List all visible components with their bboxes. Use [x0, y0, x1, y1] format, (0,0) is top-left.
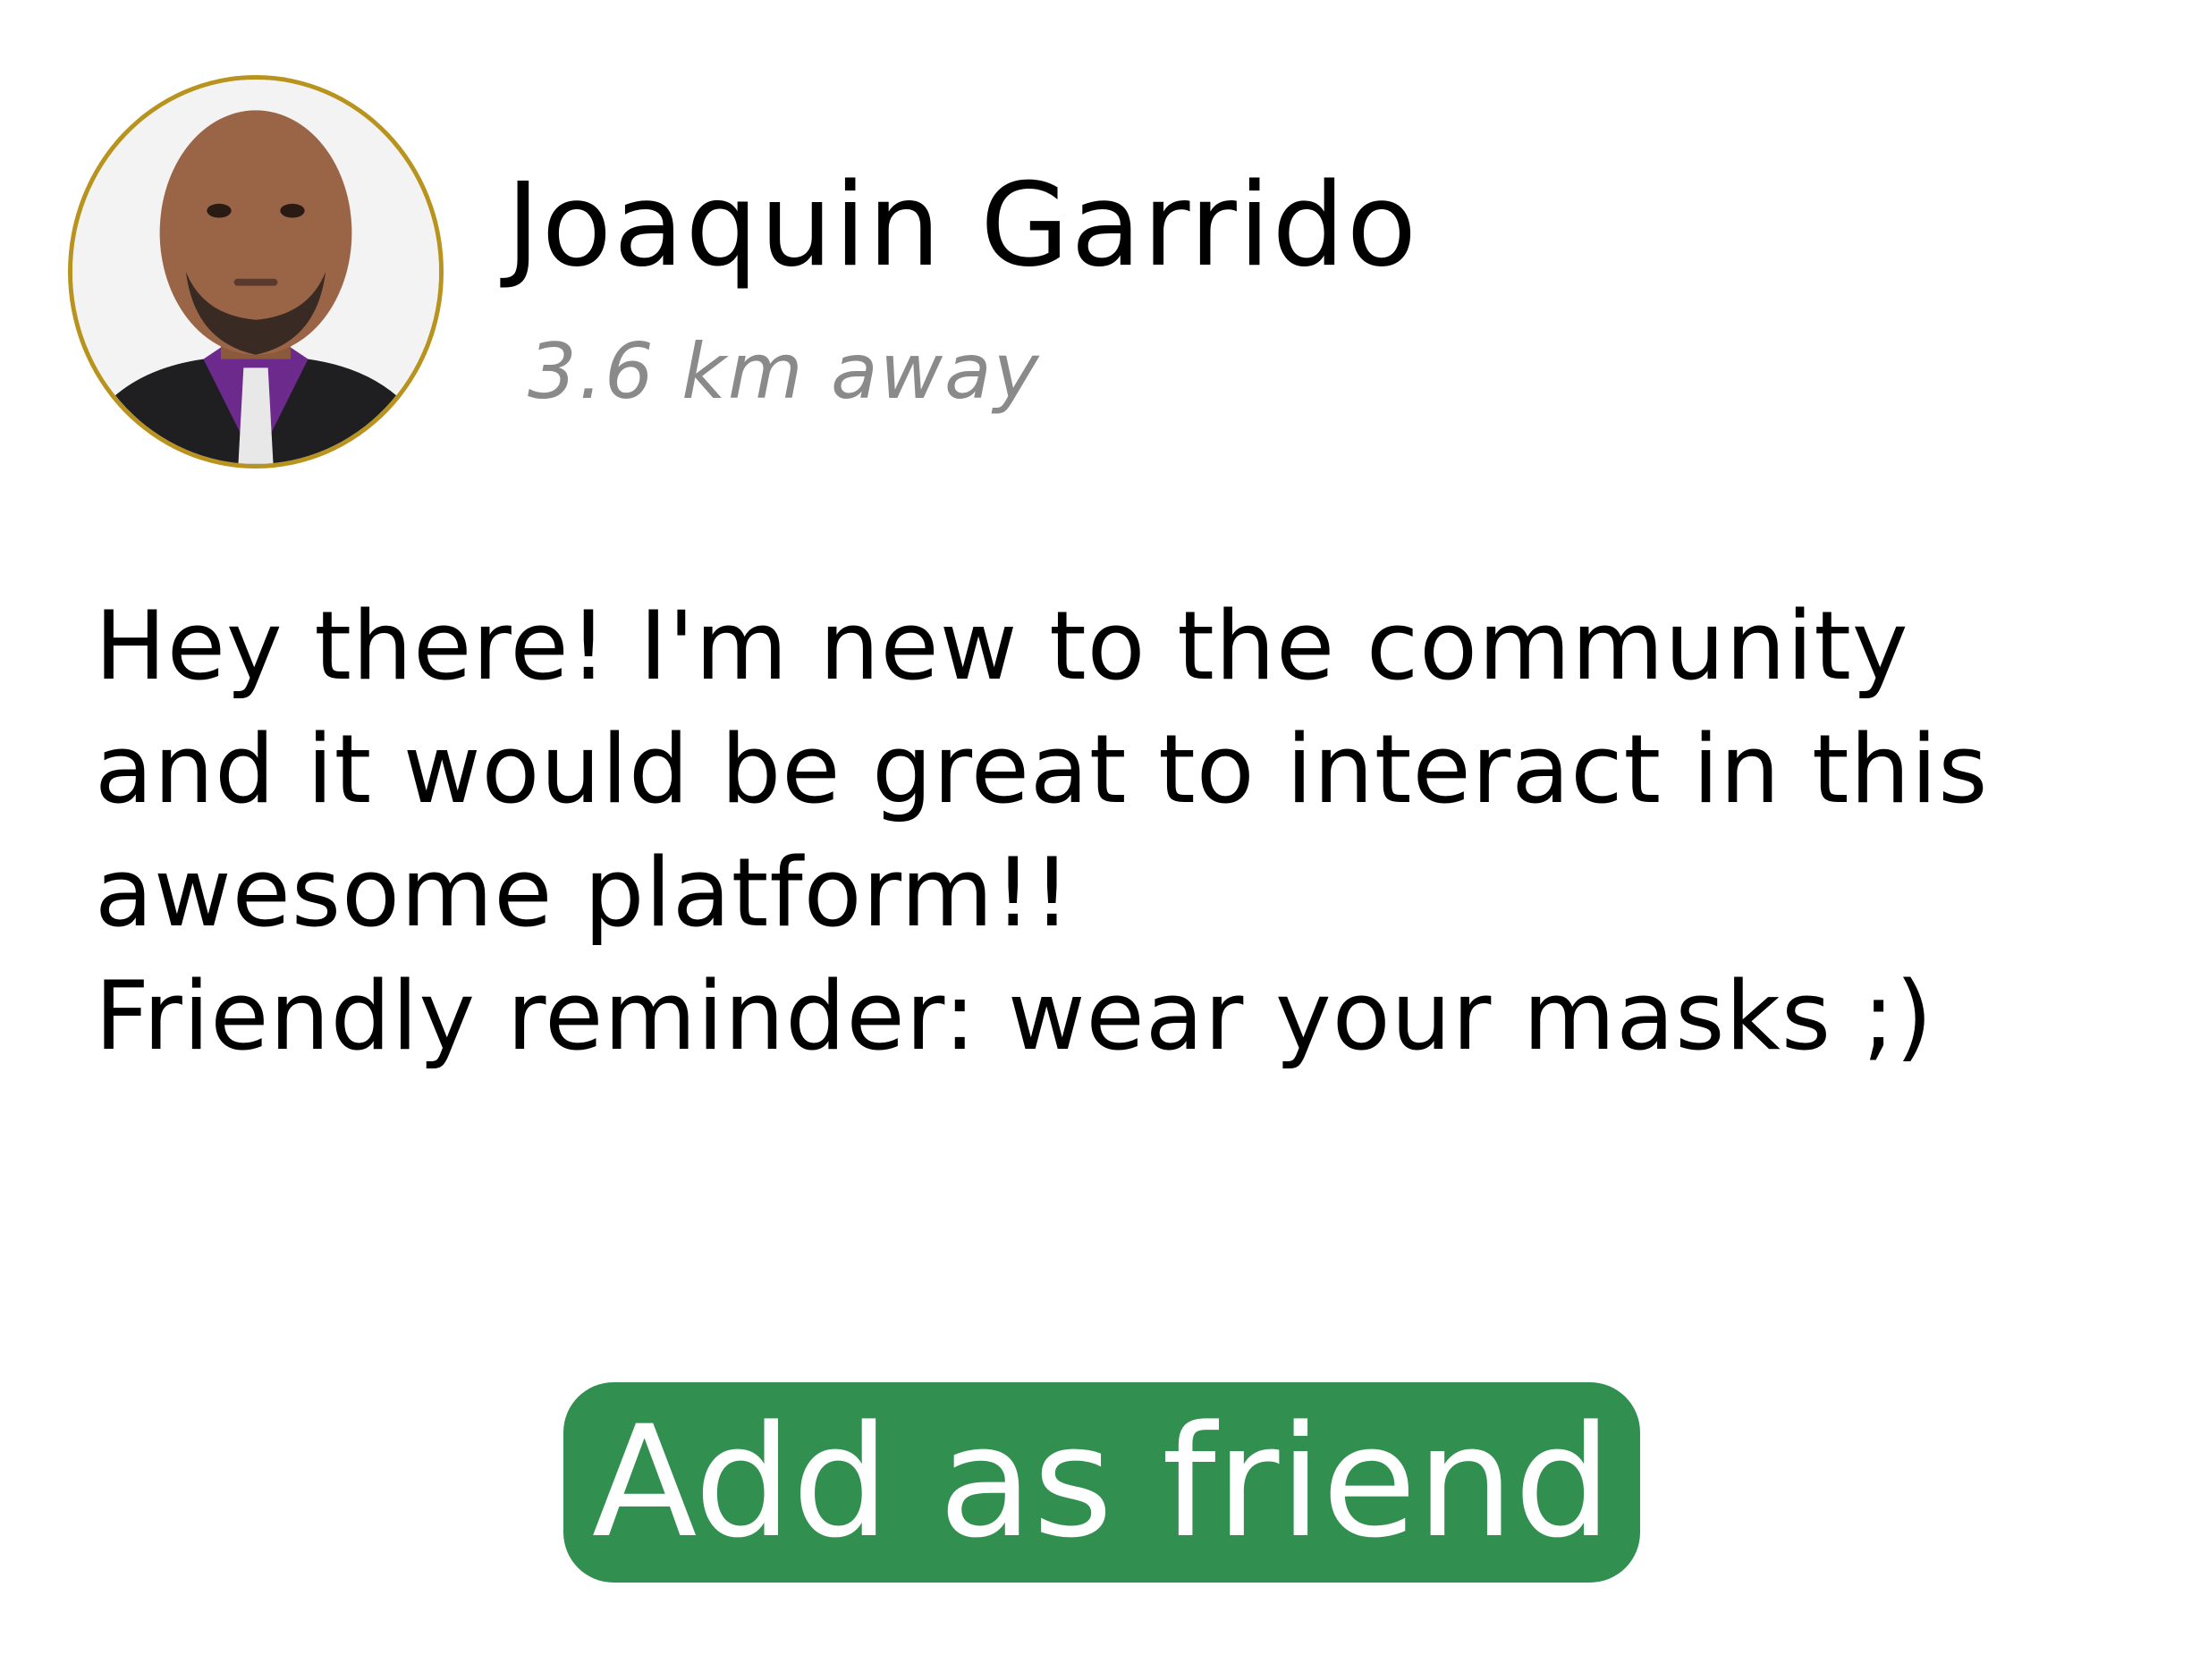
bio-line: and it would be great to interact in thi… — [95, 714, 1989, 824]
profile-bio: Hey there! I'm new to the community and … — [95, 585, 2152, 1078]
profile-name: Joaquin Garrido — [506, 159, 1418, 292]
avatar[interactable] — [68, 75, 444, 469]
distance-label: 3.6 km away — [528, 327, 1041, 417]
bio-line: Friendly reminder: wear your masks ;) — [95, 961, 1933, 1071]
bio-line: Hey there! I'm new to the community — [95, 591, 1909, 701]
bio-line: awesome platform!! — [95, 838, 1072, 948]
profile-photo-icon — [72, 80, 439, 464]
add-friend-button[interactable]: Add as friend — [563, 1382, 1640, 1583]
